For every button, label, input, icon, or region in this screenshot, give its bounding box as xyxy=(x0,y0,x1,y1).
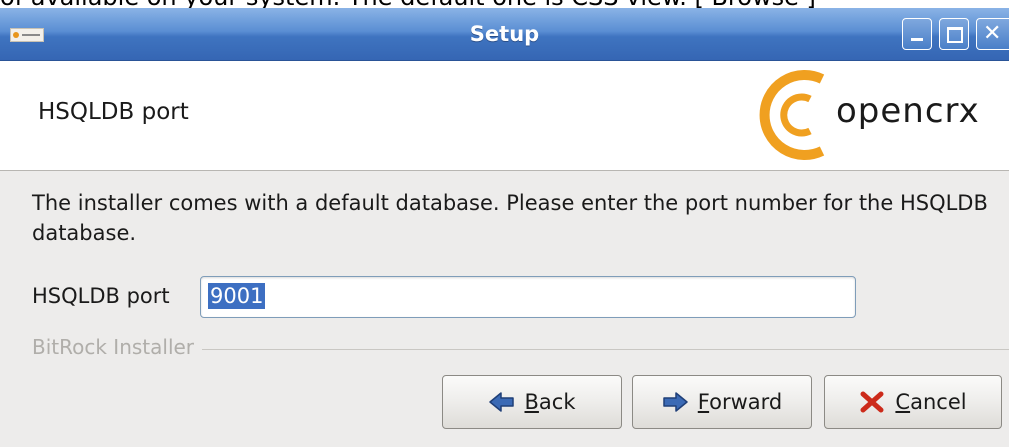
page-header: HSQLDB port opencrx xyxy=(0,61,1009,171)
back-label: Back xyxy=(524,390,576,414)
title-bar[interactable]: Setup ✕ xyxy=(0,8,1009,61)
description-text: The installer comes with a default datab… xyxy=(32,191,988,245)
back-button[interactable]: Back xyxy=(442,375,622,429)
port-label: HSQLDB port xyxy=(32,284,170,308)
background-window-text: of available on your system. The default… xyxy=(0,0,1009,8)
maximize-button[interactable] xyxy=(939,18,969,50)
window-title: Setup xyxy=(469,22,540,46)
installer-brand-label: BitRock Installer xyxy=(32,335,203,359)
page-title: HSQLDB port xyxy=(38,99,189,125)
cancel-button[interactable]: Cancel xyxy=(824,375,1002,429)
forward-label: Forward xyxy=(697,390,783,414)
left-arrow-icon xyxy=(488,392,514,412)
port-value-selected: 9001 xyxy=(208,283,266,309)
red-x-icon xyxy=(860,391,884,413)
screen: of available on your system. The default… xyxy=(0,0,1009,447)
setup-window: Setup ✕ HSQLDB port opencrx The installe… xyxy=(0,8,1009,447)
close-button[interactable]: ✕ xyxy=(976,18,1009,50)
right-arrow-icon xyxy=(663,392,688,412)
minimize-button[interactable] xyxy=(902,18,932,50)
logo-c-icon xyxy=(759,70,825,160)
port-input[interactable]: 9001 xyxy=(200,276,856,318)
close-icon: ✕ xyxy=(983,21,1002,46)
cancel-label: Cancel xyxy=(895,390,967,414)
forward-button[interactable]: Forward xyxy=(632,375,812,429)
opencrx-logo: opencrx xyxy=(752,65,1009,165)
logo-text: opencrx xyxy=(836,91,980,131)
installer-brand-separator: BitRock Installer xyxy=(32,335,1009,365)
